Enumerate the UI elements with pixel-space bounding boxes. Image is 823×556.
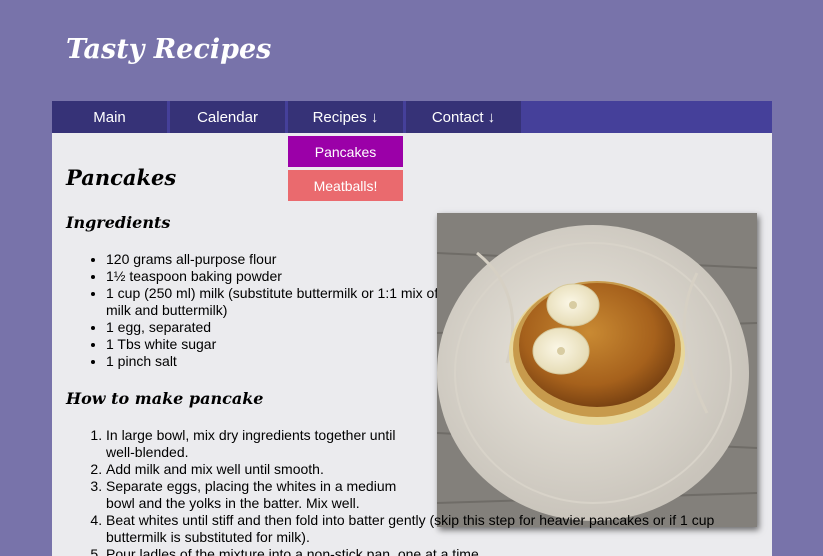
nav-item-calendar[interactable]: Calendar <box>170 101 285 133</box>
howto-heading: How to make pancake <box>66 389 264 408</box>
step-item: Pour ladles of the mixture into a non-st… <box>106 546 726 556</box>
ingredient-item: 1 pinch salt <box>106 353 446 370</box>
dropdown-item-pancakes[interactable]: Pancakes <box>288 136 403 167</box>
recipe-content: Pancakes Ingredients 120 grams all-purpo… <box>52 133 772 556</box>
step-item: Separate eggs, placing the whites in a m… <box>106 478 406 512</box>
ingredients-list: 120 grams all-purpose flour 1½ teaspoon … <box>66 251 446 370</box>
nav-item-main[interactable]: Main <box>52 101 167 133</box>
nav-item-recipes[interactable]: Recipes ↓ <box>288 101 403 133</box>
steps-list: In large bowl, mix dry ingredients toget… <box>66 427 726 556</box>
site-title: Tasty Recipes <box>66 34 272 65</box>
dropdown-item-meatballs[interactable]: Meatballs! <box>288 170 403 201</box>
step-item: In large bowl, mix dry ingredients toget… <box>106 427 406 461</box>
main-navbar: Main Calendar Recipes ↓ Contact ↓ <box>52 101 772 133</box>
ingredient-item: 1 egg, separated <box>106 319 446 336</box>
ingredients-heading: Ingredients <box>66 213 171 232</box>
step-item: Add milk and mix well until smooth. <box>106 461 406 478</box>
ingredient-item: 1 Tbs white sugar <box>106 336 446 353</box>
ingredient-item: 1 cup (250 ml) milk (substitute buttermi… <box>106 285 446 319</box>
ingredient-item: 1½ teaspoon baking powder <box>106 268 446 285</box>
ingredient-item: 120 grams all-purpose flour <box>106 251 446 268</box>
nav-item-contact[interactable]: Contact ↓ <box>406 101 521 133</box>
step-item: Beat whites until stiff and then fold in… <box>106 512 726 546</box>
page-title: Pancakes <box>66 165 177 190</box>
